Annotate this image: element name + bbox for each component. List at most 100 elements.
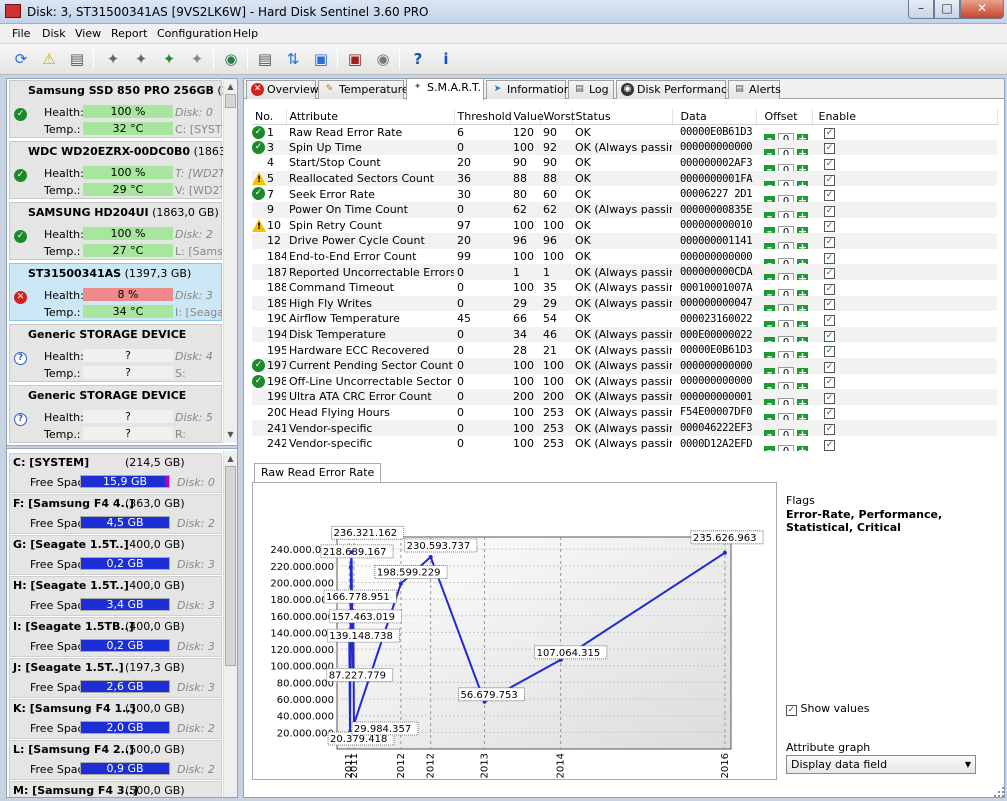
disk-card[interactable]: Generic STORAGE DEVICE ? Health:? Disk: 4T…: [9, 324, 222, 382]
offset-value[interactable]: 0: [778, 335, 794, 343]
offset-increase-button[interactable]: +: [797, 351, 808, 358]
offset-value[interactable]: 0: [778, 195, 794, 202]
smart-row[interactable]: 4 Start/Stop Count 20 90 90 OK 000000002AF3–0 +…: [252, 155, 997, 171]
tab-temperature[interactable]: ✎ Temperature: [318, 80, 409, 99]
offset-decrease-button[interactable]: –: [764, 289, 775, 296]
col-no[interactable]: No.: [252, 109, 287, 125]
offset-decrease-button[interactable]: –: [764, 242, 775, 249]
offset-increase-button[interactable]: +: [797, 382, 808, 390]
offset-decrease-button[interactable]: –: [764, 164, 775, 171]
enable-checkbox[interactable]: ✓: [824, 174, 835, 186]
offset-decrease-button[interactable]: –: [764, 148, 775, 156]
menu-configuration[interactable]: Configuration: [157, 27, 232, 40]
volume-card[interactable]: F: [Samsung F4 4..] (363,0 GB) Free Space 4…: [9, 494, 222, 534]
disk-card[interactable]: Samsung SSD 850 PRO 256GB (238,5 GB)✓ Hea…: [9, 80, 237, 138]
offset-value[interactable]: 0: [778, 397, 794, 405]
offset-decrease-button[interactable]: –: [764, 273, 775, 280]
refresh-icon[interactable]: ⟳: [8, 47, 34, 71]
enable-checkbox[interactable]: ✓: [824, 392, 835, 404]
offset-decrease-button[interactable]: –: [764, 211, 775, 218]
smart-row[interactable]: 242 Vendor-specific 0 100 253 OK (Always pass…: [252, 436, 997, 452]
offset-decrease-button[interactable]: –: [764, 195, 775, 202]
offset-value[interactable]: 0: [778, 148, 794, 156]
enable-checkbox[interactable]: ✓: [824, 408, 835, 420]
offset-increase-button[interactable]: +: [797, 320, 808, 327]
offset-increase-button[interactable]: +: [797, 148, 808, 156]
col-threshold[interactable]: Threshold: [454, 109, 512, 125]
offset-increase-button[interactable]: +: [797, 211, 808, 218]
enable-checkbox[interactable]: ✓: [824, 252, 835, 264]
offset-decrease-button[interactable]: –: [764, 413, 775, 421]
offset-decrease-button[interactable]: –: [764, 320, 775, 327]
enable-checkbox[interactable]: ✓: [824, 143, 835, 155]
smart-row[interactable]: 12 Drive Power Cycle Count 20 96 96 OK 0000000…: [252, 233, 997, 249]
offset-value[interactable]: 0: [778, 241, 794, 249]
info-icon[interactable]: i: [433, 47, 459, 71]
volume-card[interactable]: C: [SYSTEM] (214,5 GB) Free Space 15,9 GB Di…: [9, 453, 222, 493]
enable-checkbox[interactable]: ✓: [824, 439, 835, 451]
enable-checkbox[interactable]: ✓: [824, 361, 835, 373]
offset-value[interactable]: 0: [778, 226, 794, 234]
enable-checkbox[interactable]: ✓: [824, 158, 835, 170]
enable-checkbox[interactable]: ✓: [824, 346, 835, 358]
offset-increase-button[interactable]: +: [797, 336, 808, 343]
offset-increase-button[interactable]: +: [797, 367, 808, 374]
enable-checkbox[interactable]: ✓: [824, 236, 835, 248]
smart-row[interactable]: 199 Ultra ATA CRC Error Count 0 200 200 OK (A…: [252, 389, 997, 405]
enable-checkbox[interactable]: ✓: [824, 268, 835, 280]
enable-checkbox[interactable]: ✓: [824, 314, 835, 326]
smart-row[interactable]: 188 Command Timeout 0 100 35 OK (Always passi…: [252, 280, 997, 296]
offset-value[interactable]: 0: [778, 288, 794, 296]
offset-decrease-button[interactable]: –: [764, 382, 775, 390]
menu-view[interactable]: View: [75, 27, 101, 40]
offset-increase-button[interactable]: +: [797, 429, 808, 436]
maximize-button[interactable]: □: [934, 0, 960, 19]
smart-row[interactable]: 187 Reported Uncorrectable Errors 0 1 1 OK (A…: [252, 264, 997, 280]
volume-card[interactable]: K: [Samsung F4 1..] (500,0 GB) Free Space 2…: [9, 699, 222, 739]
offset-decrease-button[interactable]: –: [764, 133, 775, 140]
smart-row[interactable]: 194 Disk Temperature 0 34 46 OK (Always passi…: [252, 326, 997, 343]
offset-value[interactable]: 0: [778, 429, 794, 436]
update-icon[interactable]: ⇅: [280, 47, 306, 71]
offset-increase-button[interactable]: +: [797, 180, 808, 187]
disk-drive-icon[interactable]: ▤: [64, 47, 90, 71]
tab-disk-performance[interactable]: ◉ Disk Performance: [616, 80, 734, 99]
volume-list-scrollbar[interactable]: ▲: [223, 451, 237, 797]
col-data[interactable]: Data: [672, 109, 757, 125]
satellite-off-icon[interactable]: ✦: [184, 47, 210, 71]
enable-checkbox[interactable]: ✓: [824, 128, 835, 140]
offset-increase-button[interactable]: +: [797, 304, 808, 312]
disk-card[interactable]: SAMSUNG HD204UI (1863,0 GB) ✓ Health: 100 %…: [9, 202, 222, 260]
offset-value[interactable]: 0: [778, 366, 794, 374]
smart-row[interactable]: ✓ 1 Raw Read Error Rate 6 120 90 OK 00000E0B61D…: [252, 124, 997, 140]
enable-checkbox[interactable]: ✓: [824, 330, 835, 342]
attribute-graph-select[interactable]: Display data field ▼: [786, 755, 976, 774]
col-worst[interactable]: Worst: [540, 109, 575, 125]
smart-row[interactable]: 190 Airflow Temperature 45 66 54 OK 0000231600…: [252, 311, 997, 327]
sound-icon[interactable]: ◉: [370, 47, 396, 71]
offset-value[interactable]: 0: [778, 319, 794, 327]
satellite-check-icon[interactable]: ✦: [128, 47, 154, 71]
offset-value[interactable]: 0: [778, 179, 794, 187]
offset-increase-button[interactable]: +: [797, 273, 808, 280]
smart-row[interactable]: ✓3Spin Up Time010092OK (Always passing)0…: [252, 139, 997, 156]
show-values-checkbox[interactable]: ✓: [786, 705, 797, 716]
disk-card[interactable]: ST31500341AS (1397,3 GB) ✕ Health: 8 % Disk:…: [9, 263, 222, 321]
col-attribute[interactable]: Attribute: [286, 109, 455, 125]
offset-value[interactable]: 0: [778, 382, 794, 390]
splitter[interactable]: [7, 445, 237, 449]
offset-decrease-button[interactable]: –: [764, 304, 775, 312]
offset-value[interactable]: 0: [778, 163, 794, 171]
tab-smart[interactable]: ✦ S.M.A.R.T.: [406, 78, 484, 100]
col-offset[interactable]: Offset: [756, 109, 813, 125]
globe-icon[interactable]: ◉: [218, 47, 244, 71]
smart-row[interactable]: 200 Head Flying Hours 0 100 253 OK (Always pa…: [252, 405, 997, 421]
menu-disk[interactable]: Disk: [42, 27, 66, 40]
disk-list-scrollbar[interactable]: ▲ ▼: [223, 79, 237, 443]
smart-row[interactable]: 9 Power On Time Count 0 62 62 OK (Always pass…: [252, 201, 997, 218]
volume-card[interactable]: J: [Seagate 1.5T..] (197,3 GB) Free Space 2…: [9, 658, 222, 698]
volume-card[interactable]: H: [Seagate 1.5T..] (400,0 GB) Free Space 3…: [9, 576, 222, 616]
show-values-option[interactable]: ✓ Show values: [786, 702, 869, 716]
menu-help[interactable]: Help: [233, 27, 258, 40]
enable-checkbox[interactable]: ✓: [824, 424, 835, 436]
